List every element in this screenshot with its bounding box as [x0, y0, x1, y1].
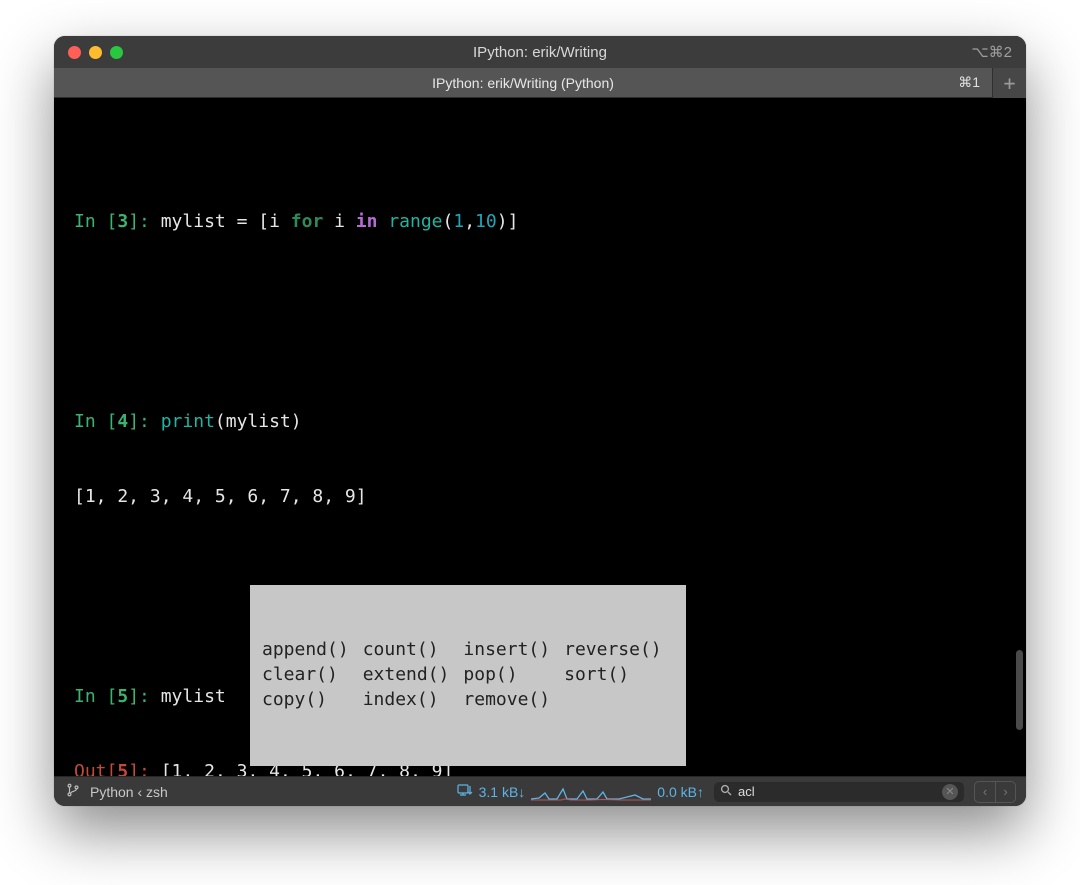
- in-3: In [3]: mylist = [i for i in range(1,10)…: [74, 209, 1006, 234]
- tab-bar: IPython: erik/Writing (Python) ⌘1 +: [54, 68, 1026, 98]
- autocomplete-item[interactable]: insert(): [463, 637, 564, 662]
- net-down: 3.1 kB↓: [479, 784, 526, 800]
- autocomplete-item[interactable]: remove(): [463, 687, 564, 712]
- minimize-button[interactable]: [89, 46, 102, 59]
- titlebar[interactable]: IPython: erik/Writing ⌥⌘2: [54, 36, 1026, 68]
- status-search[interactable]: ✕: [714, 782, 964, 802]
- net-up: 0.0 kB↑: [657, 784, 704, 800]
- network-sparkline: [531, 783, 651, 801]
- search-icon: [720, 784, 732, 799]
- terminal-window: IPython: erik/Writing ⌥⌘2 IPython: erik/…: [54, 36, 1026, 806]
- status-bar: Python ‹ zsh 3.1 kB↓ 0.0 kB↑ ✕ ‹: [54, 776, 1026, 806]
- zoom-button[interactable]: [110, 46, 123, 59]
- clear-search-icon[interactable]: ✕: [942, 784, 958, 800]
- terminal[interactable]: In [3]: mylist = [i for i in range(1,10)…: [54, 98, 1026, 776]
- autocomplete-item: [564, 687, 676, 712]
- window-title: IPython: erik/Writing: [54, 44, 1026, 61]
- window-shortcut: ⌥⌘2: [971, 43, 1012, 61]
- search-next-button[interactable]: ›: [995, 782, 1015, 802]
- out-4-print: [1, 2, 3, 4, 5, 6, 7, 8, 9]: [74, 484, 1006, 509]
- branch-icon: [66, 783, 80, 800]
- autocomplete-item[interactable]: copy(): [262, 687, 363, 712]
- network-stats: 3.1 kB↓ 0.0 kB↑: [457, 783, 704, 801]
- autocomplete-item[interactable]: count(): [363, 637, 464, 662]
- autocomplete-item[interactable]: clear(): [262, 662, 363, 687]
- traffic-lights: [68, 46, 123, 59]
- search-prev-button[interactable]: ‹: [975, 782, 995, 802]
- tab-active[interactable]: IPython: erik/Writing (Python) ⌘1: [54, 68, 992, 98]
- tab-shortcut: ⌘1: [958, 74, 980, 91]
- net-icon: [457, 783, 473, 800]
- in-4: In [4]: print(mylist): [74, 409, 1006, 434]
- autocomplete-popup[interactable]: append() count() insert() reverse() clea…: [250, 585, 686, 766]
- autocomplete-item[interactable]: sort(): [564, 662, 676, 687]
- autocomplete-item[interactable]: reverse(): [564, 637, 676, 662]
- tab-label: IPython: erik/Writing (Python): [432, 75, 614, 91]
- new-tab-button[interactable]: +: [992, 68, 1026, 98]
- scrollbar-thumb[interactable]: [1016, 650, 1023, 730]
- autocomplete-item[interactable]: index(): [363, 687, 464, 712]
- autocomplete-item[interactable]: extend(): [363, 662, 464, 687]
- search-input[interactable]: [738, 784, 936, 799]
- close-button[interactable]: [68, 46, 81, 59]
- branch-label[interactable]: Python ‹ zsh: [90, 784, 168, 800]
- autocomplete-item[interactable]: append(): [262, 637, 363, 662]
- search-nav: ‹ ›: [974, 781, 1016, 803]
- autocomplete-item[interactable]: pop(): [463, 662, 564, 687]
